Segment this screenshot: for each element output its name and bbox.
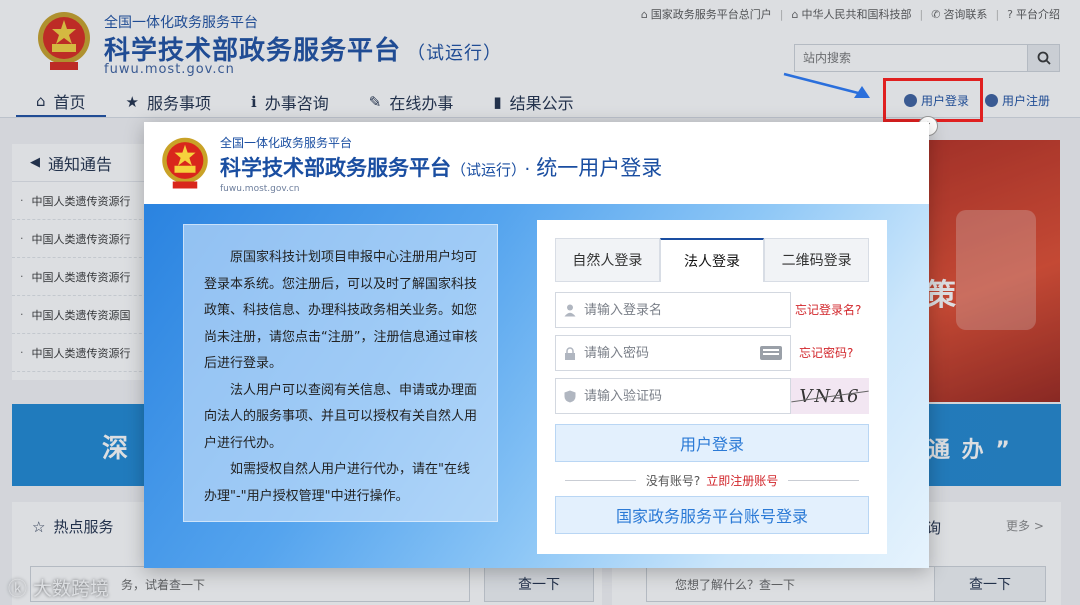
modal-subtitle: 全国一体化政务服务平台 [220, 136, 353, 150]
username-field [555, 292, 791, 328]
keyboard-icon[interactable] [760, 346, 782, 360]
description-paragraph: 如需授权自然人用户进行代办，请在"在线办理"-"用户授权管理"中进行操作。 [204, 462, 470, 504]
tab-natural-person[interactable]: 自然人登录 [555, 238, 660, 281]
password-field [555, 335, 791, 371]
login-button[interactable]: 用户登录 [555, 424, 869, 462]
forgot-username-link[interactable]: 忘记登录名? [795, 301, 861, 318]
captcha-input[interactable] [584, 379, 790, 413]
captcha-field [555, 378, 791, 414]
shield-icon [556, 390, 584, 403]
tab-legal-person[interactable]: 法人登录 [659, 238, 765, 282]
login-description: 原国家科技计划项目申报中心注册用户均可登录本系统。您注册后，可以及时了解国家科技… [183, 224, 498, 522]
user-icon [556, 304, 584, 317]
username-input[interactable] [584, 293, 790, 327]
annotation-arrow-icon [783, 72, 870, 98]
national-emblem-icon [162, 137, 208, 189]
login-modal: 全国一体化政务服务平台 科学技术部政务服务平台（试运行） · 统一用户登录 fuwu… [144, 122, 929, 568]
no-account-text: 没有账号? [645, 473, 701, 488]
register-link[interactable]: 立即注册账号 [706, 472, 778, 489]
tab-qr-code[interactable]: 二维码登录 [764, 238, 870, 281]
modal-title: 科学技术部政务服务平台（试运行） · 统一用户登录 [220, 156, 663, 180]
password-input[interactable] [584, 336, 760, 370]
modal-domain: fuwu.most.gov.cn [220, 184, 300, 194]
lock-icon [556, 346, 584, 360]
captcha-image[interactable]: VNA6 [791, 378, 869, 414]
gov-platform-login-button[interactable]: 国家政务服务平台账号登录 [555, 496, 869, 534]
login-panel: 自然人登录 法人登录 二维码登录 忘记登录名? 忘记密码? [537, 220, 887, 554]
description-paragraph: 原国家科技计划项目申报中心注册用户均可登录本系统。您注册后，可以及时了解国家科技… [204, 250, 478, 371]
modal-body: 原国家科技计划项目申报中心注册用户均可登录本系统。您注册后，可以及时了解国家科技… [144, 204, 929, 568]
highlight-box [883, 78, 983, 122]
forgot-password-link[interactable]: 忘记密码? [799, 344, 853, 361]
no-account-row: 没有账号? 立即注册账号 [555, 472, 869, 488]
modal-header: 全国一体化政务服务平台 科学技术部政务服务平台（试运行） · 统一用户登录 fuwu… [144, 122, 929, 204]
login-tabs: 自然人登录 法人登录 二维码登录 [555, 238, 870, 282]
description-paragraph: 法人用户可以查阅有关信息、申请或办理面向法人的服务事项、并且可以授权有关自然人用… [204, 382, 478, 451]
